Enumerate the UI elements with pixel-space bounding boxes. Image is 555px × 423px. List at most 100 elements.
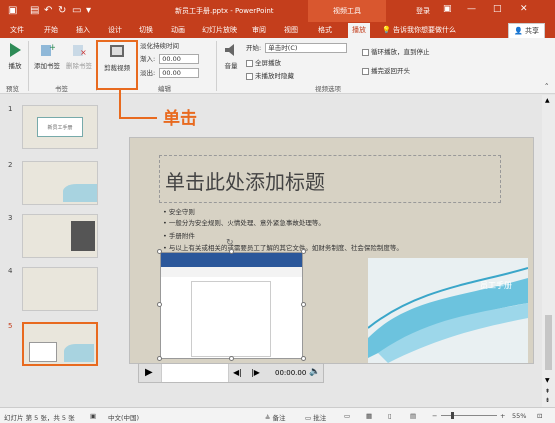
bullet-text: 手册附件: [168, 232, 195, 240]
zoom-slider-thumb[interactable]: [451, 412, 454, 419]
close-icon[interactable]: ✕: [520, 4, 528, 14]
thumbnail-wave: [63, 184, 97, 202]
tab-format[interactable]: 格式: [318, 25, 332, 35]
tab-review[interactable]: 审阅: [252, 25, 266, 35]
slide-thumbnail-5[interactable]: [22, 322, 98, 366]
remove-bookmark-button[interactable]: × 删除书签: [64, 42, 94, 70]
fade-in-input[interactable]: 00.00: [159, 54, 200, 64]
comments-button[interactable]: ▭ 批注: [305, 412, 326, 422]
ribbon-playback: 播放 预览 + 添加书签 × 删除书签 书签 剪裁视频 淡化持续时间 渐入: 0…: [0, 38, 555, 94]
volume-icon: [225, 44, 234, 56]
vertical-scrollbar[interactable]: ▲ ▼ ⇞ ⇟: [542, 95, 555, 407]
video-volume-icon[interactable]: 🔈: [309, 367, 320, 377]
customize-icon[interactable]: ▾: [86, 5, 91, 16]
slideshow-icon[interactable]: ▭: [72, 5, 81, 16]
zoom-slider[interactable]: [441, 415, 497, 416]
tab-view[interactable]: 视图: [284, 25, 298, 35]
rewind-checkbox[interactable]: [362, 67, 369, 75]
slide-number: 2: [8, 161, 13, 169]
collapse-ribbon-icon[interactable]: ⌃: [544, 82, 549, 90]
rewind-option[interactable]: 播完返回开头: [362, 65, 410, 75]
slideshow-view-icon[interactable]: ▤: [410, 412, 416, 420]
save-icon[interactable]: ▤: [30, 5, 39, 16]
undo-icon[interactable]: ↶: [44, 5, 52, 16]
resize-handle[interactable]: [301, 249, 306, 254]
zoom-level[interactable]: 55%: [512, 412, 526, 420]
callout-line: [119, 90, 121, 118]
tab-design[interactable]: 设计: [108, 25, 122, 35]
start-select[interactable]: 单击时(C): [265, 43, 348, 53]
zoom-out-icon[interactable]: −: [432, 412, 437, 420]
resize-handle[interactable]: [157, 356, 162, 361]
play-button[interactable]: 播放: [4, 42, 26, 70]
tab-insert[interactable]: 插入: [76, 25, 90, 35]
slide-thumbnail-3[interactable]: [22, 214, 98, 258]
video-progress-track[interactable]: [161, 364, 229, 382]
slide-thumbnail-1[interactable]: 新员工手册: [22, 105, 98, 149]
slide-sorter-icon[interactable]: ▦: [366, 412, 372, 420]
zoom-in-icon[interactable]: +: [500, 412, 505, 420]
volume-button[interactable]: 音量: [219, 42, 243, 70]
callout-click-text: 单击: [163, 109, 197, 129]
resize-handle[interactable]: [157, 249, 162, 254]
loop-option[interactable]: 循环播放，直到停止: [362, 46, 430, 56]
normal-view-icon[interactable]: ▭: [344, 412, 350, 420]
tab-home[interactable]: 开始: [44, 25, 58, 35]
fade-out-label: 淡出:: [140, 69, 156, 77]
notes-label: 备注: [272, 414, 286, 422]
resize-handle[interactable]: [229, 356, 234, 361]
prev-slide-icon[interactable]: ⇞: [545, 388, 550, 395]
spellcheck-icon[interactable]: ▣: [90, 412, 96, 420]
slide-thumbnail-4[interactable]: [22, 267, 98, 311]
tell-me-search[interactable]: 💡 告诉我你想要做什么: [382, 25, 456, 35]
scroll-thumb[interactable]: [545, 315, 552, 370]
resize-handle[interactable]: [301, 356, 306, 361]
video-back-icon[interactable]: ◀|: [233, 368, 242, 377]
share-button[interactable]: 👤 共享: [508, 23, 545, 39]
resize-handle[interactable]: [301, 302, 306, 307]
minimize-icon[interactable]: —: [467, 4, 476, 14]
scroll-up-icon[interactable]: ▲: [545, 97, 550, 104]
tab-file[interactable]: 文件: [10, 25, 24, 35]
slide-thumbnail-2[interactable]: [22, 161, 98, 205]
next-slide-icon[interactable]: ⇟: [545, 397, 550, 404]
scroll-down-icon[interactable]: ▼: [545, 377, 550, 384]
language-status[interactable]: 中文(中国): [108, 412, 139, 422]
notes-button[interactable]: ≜ 备注: [265, 412, 286, 422]
video-document-page: [191, 281, 271, 357]
fullscreen-option[interactable]: 全屏播放: [246, 57, 281, 67]
tab-animations[interactable]: 动画: [171, 25, 185, 35]
redo-icon[interactable]: ↻: [58, 5, 66, 16]
fade-out-input[interactable]: 00.00: [159, 68, 200, 78]
video-time: 00:00.00: [275, 369, 307, 377]
tab-playback[interactable]: 播放: [348, 23, 370, 38]
tab-slideshow[interactable]: 幻灯片放映: [202, 25, 237, 35]
video-play-icon[interactable]: ▶: [145, 367, 153, 378]
start-label: 开始:: [246, 44, 262, 52]
add-bookmark-button[interactable]: + 添加书签: [32, 42, 62, 70]
hide-checkbox[interactable]: [246, 72, 253, 80]
ribbon-display-icon[interactable]: ▣: [443, 4, 452, 14]
tab-transitions[interactable]: 切换: [139, 25, 153, 35]
status-bar: 幻灯片 第 5 张，共 5 张 ▣ 中文(中国) ≜ 备注 ▭ 批注 ▭ ▦ ▯…: [0, 407, 555, 423]
remove-bookmark-label: 删除书签: [66, 62, 92, 70]
rotate-handle-icon[interactable]: ↻: [226, 238, 234, 248]
resize-handle[interactable]: [157, 302, 162, 307]
loop-checkbox[interactable]: [362, 48, 369, 56]
reading-view-icon[interactable]: ▯: [388, 412, 392, 420]
video-word-ribbon: [161, 253, 302, 267]
resize-handle[interactable]: [229, 249, 234, 254]
fit-slide-icon[interactable]: ⊡: [537, 412, 542, 420]
fullscreen-checkbox[interactable]: [246, 59, 253, 67]
hide-when-not-playing-option[interactable]: 未播放时隐藏: [246, 70, 294, 80]
wave-picture: [368, 258, 528, 363]
fullscreen-label: 全屏播放: [255, 59, 281, 67]
ribbon-separator: [216, 41, 217, 91]
embedded-video[interactable]: [160, 252, 303, 359]
video-forward-icon[interactable]: |▶: [251, 368, 260, 377]
maximize-icon[interactable]: □: [493, 4, 502, 14]
login-link[interactable]: 登录: [416, 6, 430, 16]
comments-label: 批注: [313, 414, 327, 422]
loop-label: 循环播放，直到停止: [371, 48, 430, 56]
start-row: 开始: 单击时(C): [246, 42, 348, 53]
